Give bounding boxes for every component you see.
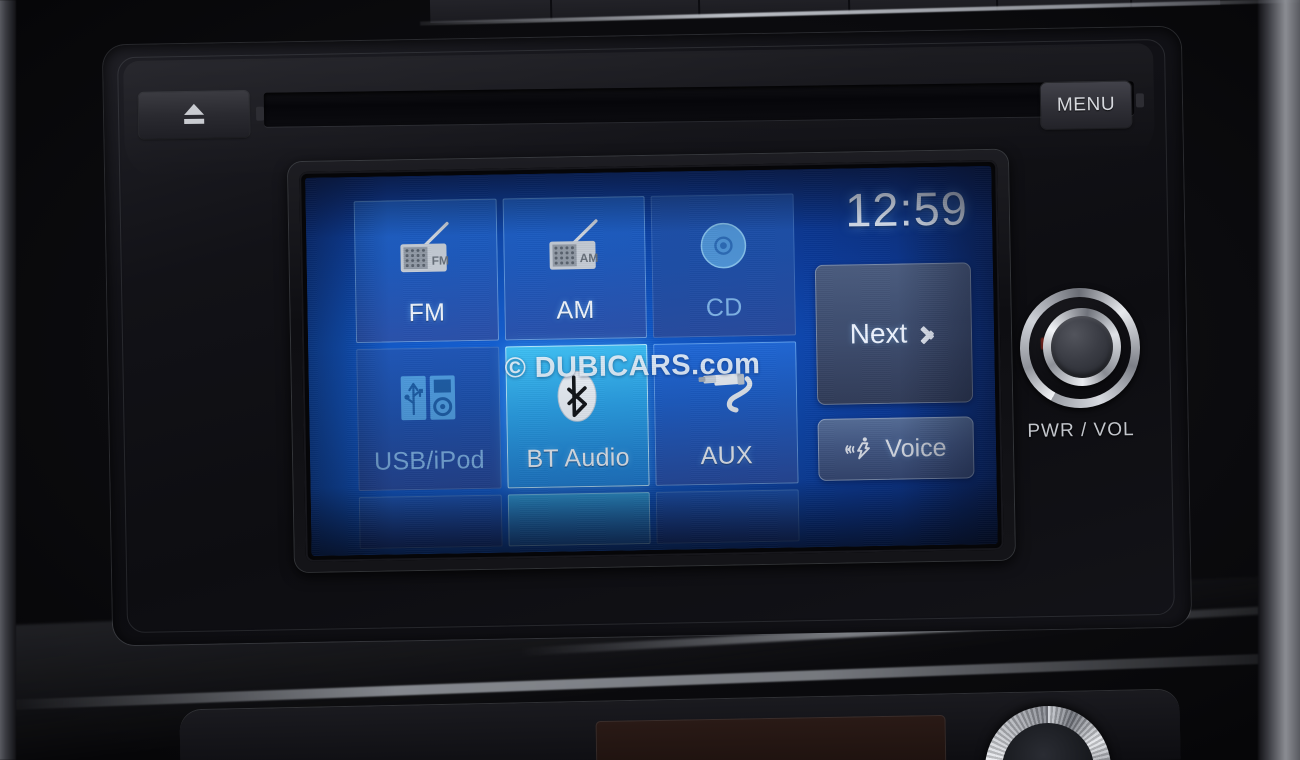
tile-usb-ipod-label: USB/iPod bbox=[373, 445, 486, 476]
eject-button[interactable] bbox=[138, 90, 250, 139]
lcd-screen[interactable]: 12:59 FM FM AM AM CD USB/iPod BT Audio A… bbox=[305, 165, 998, 556]
tile-bt-audio[interactable]: BT Audio bbox=[504, 343, 650, 489]
voice-command-icon bbox=[845, 434, 876, 465]
tile-aux[interactable]: AUX bbox=[653, 341, 799, 486]
tile-fm-label: FM bbox=[408, 298, 446, 328]
source-tile-grid: FM FM AM AM CD USB/iPod BT Audio AUX bbox=[353, 193, 799, 497]
power-volume-knob[interactable] bbox=[1018, 286, 1142, 410]
console-right-trim bbox=[1258, 0, 1300, 760]
voice-command-button-label: Voice bbox=[885, 433, 947, 463]
tile-am-label: AM bbox=[556, 295, 595, 325]
radio-am-icon: AM bbox=[541, 217, 608, 280]
next-page-button-label: Next bbox=[849, 317, 908, 350]
radio-fm-icon: FM bbox=[392, 219, 459, 282]
console-left-trim bbox=[0, 0, 16, 760]
voice-command-button[interactable]: Voice bbox=[817, 416, 975, 482]
tile-stub[interactable] bbox=[358, 494, 503, 550]
tile-aux-label: AUX bbox=[700, 441, 754, 471]
lower-display-strip bbox=[595, 714, 947, 760]
display-bezel: 12:59 FM FM AM AM CD USB/iPod BT Audio A… bbox=[287, 149, 1015, 573]
tile-cd-label: CD bbox=[705, 293, 743, 322]
eject-icon bbox=[181, 103, 207, 127]
bluetooth-icon bbox=[544, 365, 611, 428]
tile-fm[interactable]: FM FM bbox=[353, 198, 499, 344]
screenshot-root: RDS MENU 12:59 bbox=[0, 0, 1300, 760]
tile-cd[interactable]: CD bbox=[650, 193, 797, 338]
tile-stub[interactable] bbox=[656, 489, 800, 544]
tile-stub[interactable] bbox=[507, 491, 651, 547]
tile-row: FM FM AM AM CD bbox=[353, 193, 797, 344]
svg-text:AM: AM bbox=[580, 251, 599, 265]
cd-slot-nub-left bbox=[255, 106, 265, 121]
cd-slot-nub-right bbox=[1135, 93, 1145, 108]
chevron-right-icon bbox=[921, 318, 939, 348]
aux-cable-icon bbox=[692, 362, 759, 425]
menu-button-label: MENU bbox=[1056, 93, 1116, 116]
menu-button[interactable]: MENU bbox=[1040, 81, 1132, 130]
source-tile-grid-next-row-partial[interactable] bbox=[358, 489, 800, 550]
clock: 12:59 bbox=[844, 181, 969, 237]
next-page-button[interactable]: Next bbox=[814, 262, 974, 406]
cd-disc-icon bbox=[690, 214, 757, 277]
svg-text:FM: FM bbox=[432, 253, 450, 267]
tile-am[interactable]: AM AM bbox=[502, 196, 648, 341]
tile-bt-audio-label: BT Audio bbox=[526, 443, 631, 474]
tile-row: USB/iPod BT Audio AUX bbox=[356, 341, 799, 492]
tile-usb-ipod[interactable]: USB/iPod bbox=[356, 346, 502, 492]
usb-ipod-icon bbox=[395, 367, 462, 430]
power-volume-knob-label: PWR / VOL bbox=[1027, 419, 1135, 442]
